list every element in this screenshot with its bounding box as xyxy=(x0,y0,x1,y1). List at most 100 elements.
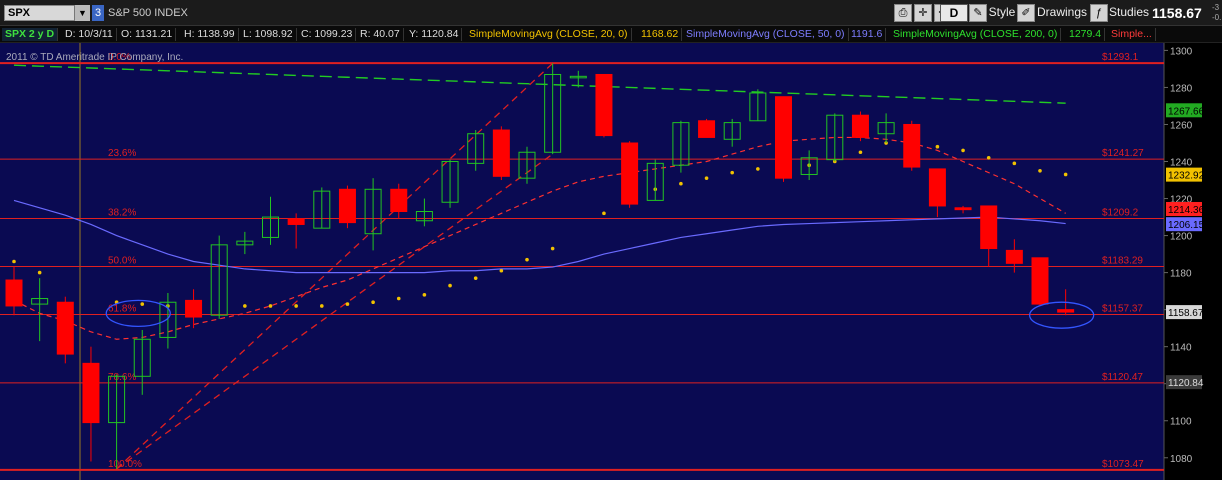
sar-dot xyxy=(345,302,350,306)
plot-background xyxy=(0,43,1164,480)
info-range: R: 40.07 xyxy=(357,28,404,41)
sar-dot xyxy=(422,293,427,297)
sar-dot xyxy=(679,181,683,186)
sar-dot xyxy=(140,302,145,306)
fib-value-label: $1157.37 xyxy=(1102,304,1143,315)
candle-down xyxy=(928,168,946,207)
sar-dot xyxy=(396,296,401,301)
y-tick-label: 1140 xyxy=(1170,343,1192,354)
sar-dot xyxy=(602,211,606,216)
price-marker-label: 1120.84 xyxy=(1168,378,1204,389)
price-marker-label: 1206.15 xyxy=(1168,220,1205,231)
candle-down xyxy=(980,205,998,250)
top-toolbar: SPX ▼ 3 S&P 500 INDEX ⎙ ✛ ✥ D ✎ Style ✐ … xyxy=(0,0,1222,26)
sar-dot xyxy=(499,268,504,273)
candle-down xyxy=(698,120,716,138)
sar-dot xyxy=(473,276,478,280)
sma20-label[interactable]: SimpleMovingAvg (CLOSE, 20, 0) xyxy=(466,28,632,41)
candle-down xyxy=(56,301,74,355)
candle-down xyxy=(851,114,869,138)
candle-down xyxy=(1057,309,1075,313)
fib-value-label: $1241.27 xyxy=(1102,148,1144,159)
style-button[interactable]: Style xyxy=(988,4,1016,22)
drawings-button[interactable]: Drawings xyxy=(1036,4,1088,22)
candle-down xyxy=(287,218,305,225)
sar-dot xyxy=(935,144,940,149)
sar-dot xyxy=(704,176,709,180)
candle-down xyxy=(595,73,613,137)
studies-button[interactable]: Studies xyxy=(1108,4,1150,22)
price-chart[interactable]: 0.0% $1293.123.6% $1241.2738.2% $1209.250.0… xyxy=(0,43,1222,480)
candle-down xyxy=(82,362,100,424)
candle-down xyxy=(1031,257,1049,305)
info-close: C: 1099.23 xyxy=(298,28,357,41)
sar-dot xyxy=(756,167,760,171)
sar-dot xyxy=(1012,161,1017,166)
price-marker-label: 1158.67 xyxy=(1168,308,1204,319)
sma20-value: 1168.62 xyxy=(638,28,683,41)
symbol-period[interactable]: SPX 2 y D xyxy=(2,28,59,41)
fib-pct-label: 38.2% xyxy=(108,208,136,219)
fib-pct-label: 23.6% xyxy=(108,148,136,159)
symbol-description: S&P 500 INDEX xyxy=(108,7,188,19)
y-tick-label: 1280 xyxy=(1170,83,1193,94)
sma50-label[interactable]: SimpleMovingAvg (CLOSE, 50, 0) xyxy=(683,28,849,41)
fib-value-label: $1209.2 xyxy=(1102,208,1139,219)
sar-dot xyxy=(961,148,965,153)
candle-down xyxy=(390,188,408,213)
copyright-text: 2011 © TD Ameritrade IP Company, Inc. xyxy=(6,52,184,63)
candle-down xyxy=(621,142,639,205)
sar-dot xyxy=(243,304,247,308)
sar-dot xyxy=(550,246,555,251)
sma200-value: 1279.4 xyxy=(1066,28,1106,41)
fib-pct-label: 78.6% xyxy=(108,372,136,383)
y-tick-label: 1080 xyxy=(1170,454,1193,465)
studies-icon[interactable]: ƒ xyxy=(1090,4,1108,22)
d-button[interactable]: D xyxy=(940,4,968,22)
y-tick-label: 1180 xyxy=(1170,269,1192,280)
change-top: -3 xyxy=(1212,3,1220,12)
fib-value-label: $1293.1 xyxy=(1102,52,1139,63)
fib-pct-label: 100.0% xyxy=(108,459,142,470)
price-marker-label: 1214.36 xyxy=(1168,205,1205,216)
candle-down xyxy=(775,96,792,179)
sma200-label[interactable]: SimpleMovingAvg (CLOSE, 200, 0) xyxy=(890,28,1062,41)
price-marker-label: 1232.92 xyxy=(1168,171,1205,182)
info-high: H: 1138.99 xyxy=(181,28,239,41)
y-tick-label: 1100 xyxy=(1170,417,1192,428)
sar-dot xyxy=(37,270,42,275)
sar-dot xyxy=(320,304,324,308)
info-date: D: 10/3/11 xyxy=(62,28,117,41)
change-bottom: -0. xyxy=(1212,13,1222,22)
sar-dot xyxy=(371,300,375,305)
print-icon[interactable]: ⎙ xyxy=(894,4,912,22)
sma50-value: 1191.6 xyxy=(848,28,887,41)
style-icon[interactable]: ✎ xyxy=(969,4,987,22)
candle-down xyxy=(1005,249,1023,264)
sar-dot xyxy=(1038,168,1042,173)
sar-dot xyxy=(858,150,863,155)
symbol-dropdown-icon[interactable]: ▼ xyxy=(74,5,90,21)
candle-down xyxy=(954,207,972,211)
crosshair-icon[interactable]: ✛ xyxy=(914,4,932,22)
y-tick-label: 1200 xyxy=(1170,232,1193,243)
sar-dot xyxy=(294,304,298,308)
info-low: L: 1098.92 xyxy=(240,28,297,41)
sar-dot xyxy=(986,156,991,160)
info-bar: SPX 2 y D D: 10/3/11 O: 1131.21 H: 1138.… xyxy=(0,26,1222,43)
y-tick-label: 1240 xyxy=(1170,158,1193,169)
fib-pct-label: 50.0% xyxy=(108,256,136,267)
drawings-icon[interactable]: ✐ xyxy=(1017,4,1035,22)
candle-down xyxy=(492,129,510,177)
sar-dot xyxy=(448,283,452,288)
sar-dot xyxy=(730,170,734,175)
fib-value-label: $1183.29 xyxy=(1102,256,1143,267)
y-tick-label: 1300 xyxy=(1170,46,1193,57)
info-open: O: 1131.21 xyxy=(118,28,177,41)
link-number-badge[interactable]: 3 xyxy=(92,5,104,21)
simple-study-label[interactable]: Simple... xyxy=(1108,28,1156,41)
fib-value-label: $1120.47 xyxy=(1102,372,1143,383)
last-price: 1158.67 xyxy=(1152,5,1202,21)
sar-dot xyxy=(1063,172,1068,177)
sar-dot xyxy=(525,257,529,262)
